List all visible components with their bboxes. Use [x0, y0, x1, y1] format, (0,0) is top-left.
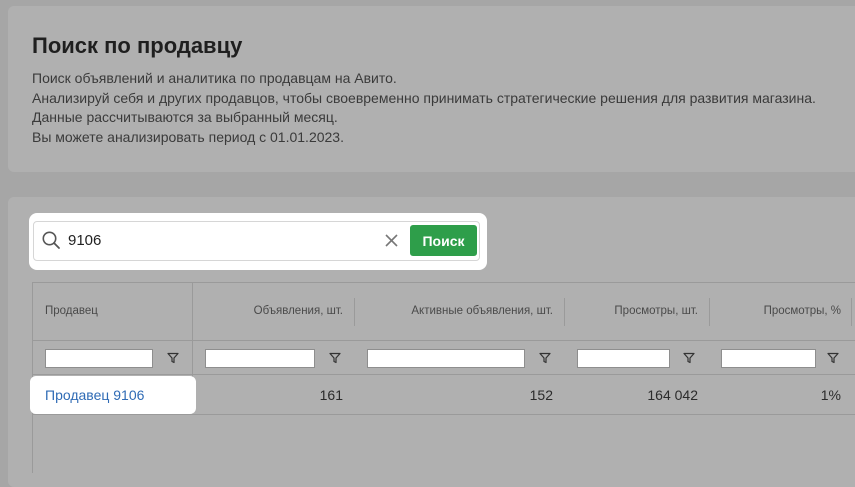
- description-line: Данные рассчитываются за выбранный месяц…: [32, 109, 338, 125]
- row-divider: [33, 414, 855, 415]
- page-title: Поиск по продавцу: [32, 33, 243, 58]
- cell-listings: 161: [319, 387, 343, 403]
- close-icon[interactable]: [384, 233, 399, 248]
- filter-input-seller[interactable]: [45, 349, 153, 368]
- filter-input-active-listings[interactable]: [367, 349, 525, 368]
- header-divider: [33, 340, 855, 341]
- filter-icon[interactable]: [329, 352, 341, 364]
- search-button[interactable]: Поиск: [410, 225, 477, 256]
- column-header-seller[interactable]: Продавец: [33, 283, 192, 340]
- filter-input-views-percent[interactable]: [721, 349, 816, 368]
- filter-icon[interactable]: [167, 352, 179, 364]
- filter-icon[interactable]: [683, 352, 695, 364]
- search-icon: [42, 231, 60, 249]
- cell-active-listings: 152: [529, 387, 553, 403]
- seller-link[interactable]: Продавец 9106: [45, 384, 144, 406]
- column-header-views[interactable]: Просмотры, шт.: [565, 283, 710, 340]
- search-input[interactable]: [68, 229, 368, 251]
- filter-input-views[interactable]: [577, 349, 670, 368]
- column-header-views-percent[interactable]: Просмотры, %: [710, 283, 853, 340]
- cell-views: 164 042: [647, 387, 698, 403]
- filter-icon[interactable]: [539, 352, 551, 364]
- filter-icon[interactable]: [827, 352, 839, 364]
- description-line: Поиск объявлений и аналитика по продавца…: [32, 70, 397, 86]
- description-line: Анализируй себя и других продавцов, чтоб…: [32, 89, 816, 106]
- column-header-listings[interactable]: Объявления, шт.: [193, 283, 355, 340]
- filter-divider: [33, 374, 855, 375]
- page-description: Поиск объявлений и аналитика по продавца…: [32, 69, 816, 147]
- cell-views-percent: 1%: [820, 387, 841, 403]
- column-header-active-listings[interactable]: Активные объявления, шт.: [355, 283, 565, 340]
- description-line: Вы можете анализировать период с 01.01.2…: [32, 128, 344, 145]
- filter-input-listings[interactable]: [205, 349, 315, 368]
